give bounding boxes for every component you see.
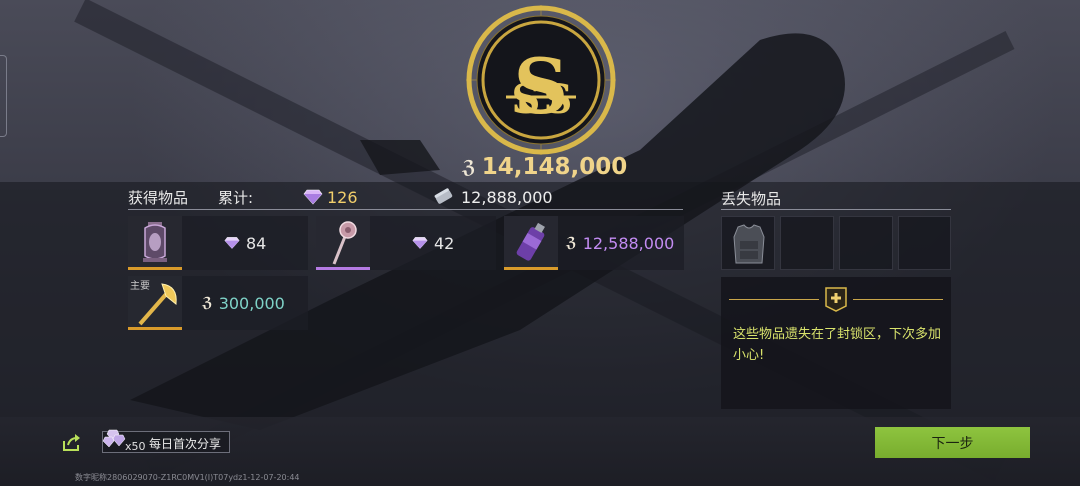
item-value-lantern: 84 bbox=[224, 234, 266, 253]
lost-title: 丢失物品 bbox=[721, 190, 782, 208]
spray-can-icon bbox=[516, 222, 545, 261]
rarity-bar bbox=[504, 267, 558, 270]
obtained-title: 获得物品 bbox=[128, 188, 189, 207]
item-value-golden-axe: ℨ 300,000 bbox=[202, 293, 285, 313]
obtained-header: 获得物品 累计: 126 12,888,000 bbox=[128, 185, 688, 209]
share-icon[interactable] bbox=[61, 433, 81, 453]
rarity-bar bbox=[316, 267, 370, 270]
item-value-spray-can: ℨ 12,588,000 bbox=[566, 233, 675, 253]
item-row-lantern[interactable]: 84 bbox=[128, 216, 308, 270]
item-row-mace[interactable]: 42 bbox=[316, 216, 496, 270]
gem-total: 126 bbox=[303, 188, 433, 207]
item-row-spray-can[interactable]: ℨ 12,588,000 bbox=[504, 216, 684, 270]
lantern-icon bbox=[143, 222, 167, 262]
notice-line bbox=[729, 299, 819, 300]
lost-slot-empty bbox=[780, 216, 834, 270]
svg-text:S: S bbox=[512, 76, 541, 123]
coin-icon: ℨ bbox=[462, 156, 476, 178]
item-thumb-lantern[interactable] bbox=[128, 216, 182, 270]
coin-icon: ℨ bbox=[202, 295, 213, 311]
share-count: x50 bbox=[125, 440, 146, 453]
coin-icon: ℨ bbox=[566, 235, 577, 251]
diamond-icon bbox=[224, 237, 240, 249]
gem-total-value: 126 bbox=[327, 187, 358, 207]
item-thumb-spray-can[interactable] bbox=[504, 216, 558, 270]
total-reward: ℨ 14,148,000 bbox=[462, 152, 627, 182]
share-label: 每日首次分享 bbox=[149, 437, 222, 451]
body-armor-icon bbox=[733, 224, 765, 264]
rarity-bar bbox=[128, 267, 182, 270]
svg-text:S: S bbox=[544, 76, 573, 123]
main-tag: 主要 bbox=[130, 281, 150, 292]
coin-total: 12,888,000 bbox=[433, 187, 553, 207]
item-thumb-golden-axe[interactable]: 主要 bbox=[128, 276, 182, 330]
lost-slot-empty bbox=[898, 216, 951, 270]
lost-slot-empty bbox=[839, 216, 893, 270]
rarity-bar bbox=[128, 327, 182, 330]
notice-line bbox=[853, 299, 943, 300]
cumulative-label: 累计: bbox=[218, 188, 254, 207]
rank-medal-icon: S S S bbox=[466, 5, 616, 155]
diamond-icon bbox=[412, 237, 428, 249]
item-thumb-mace[interactable] bbox=[316, 216, 370, 270]
lost-message: 这些物品遗失在了封锁区，下次多加小心! bbox=[733, 327, 942, 363]
cash-stack-icon bbox=[434, 188, 453, 204]
lost-notice-panel: 这些物品遗失在了封锁区，下次多加小心! bbox=[721, 277, 951, 409]
footer-id: 数字昵称2806029070-Z1RC0MV1(I)T07ydz1-12-07-… bbox=[75, 473, 300, 482]
coin-total-value: 12,888,000 bbox=[461, 187, 553, 207]
lost-item-vest[interactable] bbox=[721, 216, 775, 270]
next-step-button[interactable]: 下一步 bbox=[875, 427, 1030, 458]
item-row-golden-axe[interactable]: 主要 ℨ 300,000 bbox=[128, 276, 308, 330]
obtained-divider bbox=[128, 209, 683, 210]
daily-share-button[interactable]: x50 每日首次分享 bbox=[102, 429, 230, 453]
diamond-icon bbox=[303, 189, 323, 205]
total-reward-value: 14,148,000 bbox=[481, 154, 628, 180]
lost-divider bbox=[721, 209, 951, 210]
item-value-mace: 42 bbox=[412, 234, 454, 253]
side-tab[interactable] bbox=[0, 55, 7, 137]
medkit-shield-icon bbox=[825, 287, 847, 312]
mace-icon bbox=[332, 221, 357, 265]
